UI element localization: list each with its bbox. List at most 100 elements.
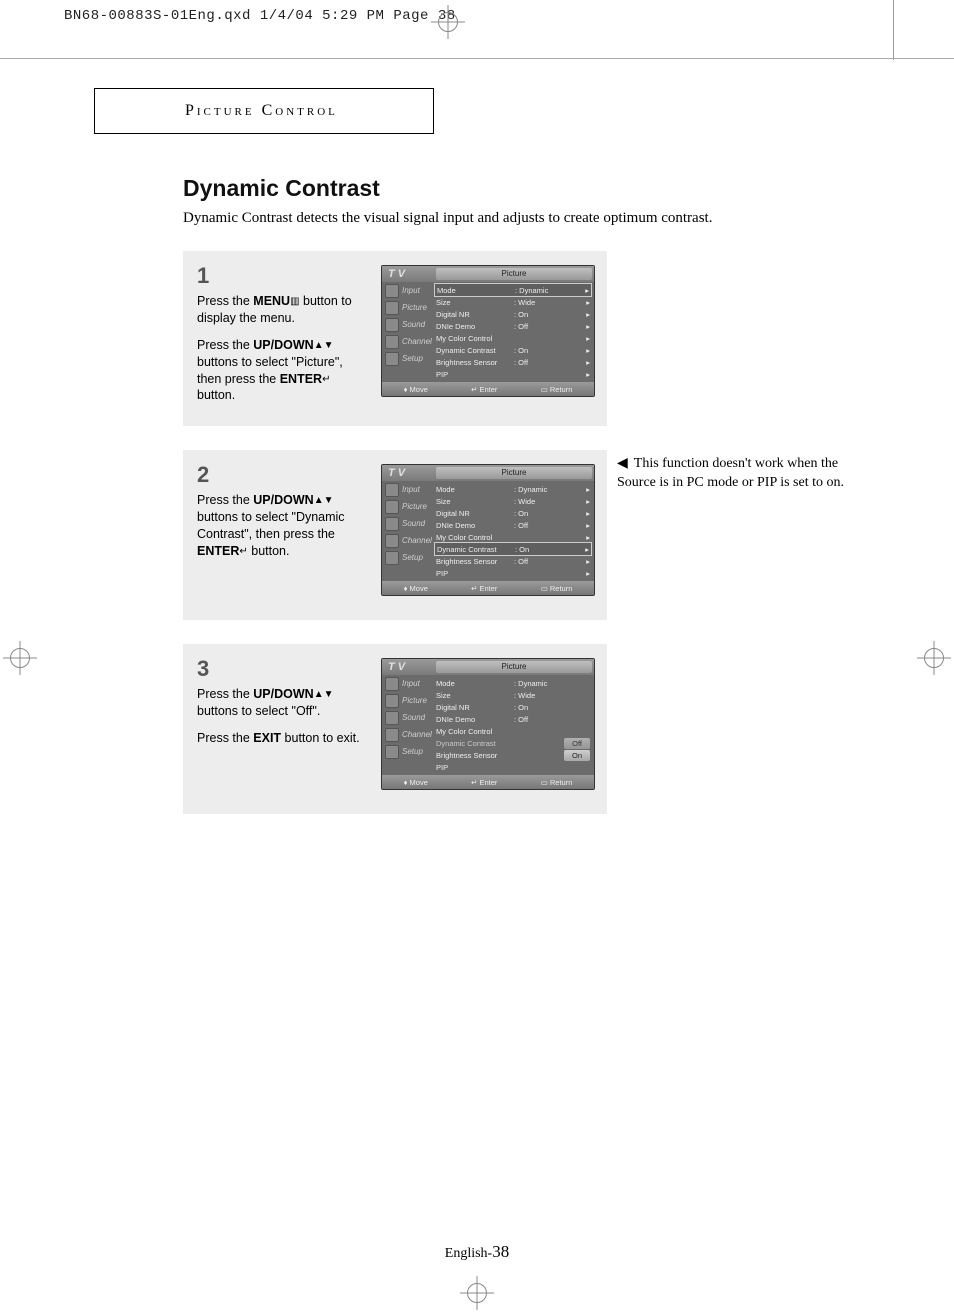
osd-side-item: Sound: [382, 316, 430, 333]
page-title: Dynamic Contrast: [183, 175, 903, 202]
osd-side-icon: [385, 318, 399, 332]
osd-menu-row: Mode: Dynamic: [436, 677, 590, 689]
osd-menu-row: Digital NR: On▸: [436, 308, 590, 320]
osd-side-item: Picture: [382, 299, 430, 316]
osd-arrow-icon: ▸: [584, 334, 590, 343]
instruction-paragraph: Press the UP/DOWN▲▼ buttons to select "P…: [197, 337, 367, 405]
osd-side-label: Sound: [402, 519, 425, 528]
osd-side-item: Input: [382, 675, 430, 692]
crop-line: [0, 58, 954, 59]
osd-arrow-icon: ▸: [583, 545, 589, 554]
osd-arrow-icon: ▸: [584, 322, 590, 331]
osd-side-label: Sound: [402, 320, 425, 329]
instruction-paragraph: Press the MENU▥ button to display the me…: [197, 293, 367, 327]
osd-menu-row: Mode: Dynamic▸: [434, 283, 592, 297]
osd-menu-row: DNIe Demo: Off▸: [436, 320, 590, 332]
osd-screenshot: T VPictureInputPictureSoundChannelSetupM…: [381, 464, 595, 596]
osd-side-icon: [385, 728, 399, 742]
osd-arrow-icon: ▸: [584, 509, 590, 518]
osd-arrow-icon: ▸: [584, 358, 590, 367]
osd-footer-enter: ↵ Enter: [471, 584, 497, 593]
instruction-paragraph: Press the UP/DOWN▲▼ buttons to select "O…: [197, 686, 367, 720]
step-block: 3Press the UP/DOWN▲▼ buttons to select "…: [183, 644, 607, 814]
osd-menu-row: PIP▸: [436, 368, 590, 380]
osd-arrow-icon: ▸: [583, 286, 589, 295]
registration-mark-icon: [10, 648, 30, 668]
step-text: Press the MENU▥ button to display the me…: [197, 293, 367, 404]
osd-side-item: Input: [382, 282, 430, 299]
osd-menu-row: Dynamic ContrastOff: [436, 737, 590, 749]
osd-menu-row: Mode: Dynamic▸: [436, 483, 590, 495]
osd-menu-row: PIP: [436, 761, 590, 773]
osd-arrow-icon: ▸: [584, 346, 590, 355]
osd-side-icon: [385, 284, 399, 298]
osd-arrow-icon: ▸: [584, 533, 590, 542]
osd-side-item: Picture: [382, 498, 430, 515]
step-text: Press the UP/DOWN▲▼ buttons to select "D…: [197, 492, 367, 560]
osd-footer-move: ♦ Move: [404, 385, 428, 394]
side-note: ◀This function doesn't work when the Sou…: [617, 455, 857, 493]
osd-side-label: Channel: [402, 536, 432, 545]
registration-mark-icon: [924, 648, 944, 668]
osd-option-pill: On: [564, 750, 590, 761]
osd-arrow-icon: ▸: [584, 370, 590, 379]
osd-side-icon: [385, 694, 399, 708]
osd-arrow-icon: ▸: [584, 485, 590, 494]
osd-footer-return: ▭ Return: [541, 385, 573, 394]
osd-side-icon: [385, 483, 399, 497]
osd-side-item: Channel: [382, 532, 430, 549]
osd-title: Picture: [436, 467, 592, 479]
intro-text: Dynamic Contrast detects the visual sign…: [183, 210, 903, 227]
osd-side-label: Picture: [402, 303, 427, 312]
registration-mark-icon: [438, 12, 458, 32]
osd-footer-enter: ↵ Enter: [471, 385, 497, 394]
osd-menu-row: DNIe Demo: Off▸: [436, 519, 590, 531]
osd-side-icon: [385, 335, 399, 349]
crop-line: [893, 0, 894, 60]
osd-side-item: Channel: [382, 726, 430, 743]
osd-side-label: Input: [402, 679, 420, 688]
osd-option-pill: Off: [564, 738, 590, 749]
step-block: 1Press the MENU▥ button to display the m…: [183, 251, 607, 426]
step-block: 2Press the UP/DOWN▲▼ buttons to select "…: [183, 450, 607, 620]
osd-side-label: Setup: [402, 354, 423, 363]
osd-menu-row: Dynamic Contrast: On▸: [436, 344, 590, 356]
osd-side-icon: [385, 534, 399, 548]
side-note-text: This function doesn't work when the Sour…: [617, 456, 844, 490]
osd-menu-row: Brightness SensorOn: [436, 749, 590, 761]
osd-menu-row: Size: Wide: [436, 689, 590, 701]
osd-side-item: Input: [382, 481, 430, 498]
osd-side-icon: [385, 677, 399, 691]
osd-side-item: Sound: [382, 515, 430, 532]
osd-menu-row: Digital NR: On: [436, 701, 590, 713]
osd-tv-label: T V: [382, 467, 436, 479]
osd-tv-label: T V: [382, 268, 436, 280]
osd-side-label: Setup: [402, 747, 423, 756]
osd-menu-row: My Color Control▸: [436, 332, 590, 344]
osd-tv-label: T V: [382, 661, 436, 673]
osd-side-icon: [385, 551, 399, 565]
note-arrow-icon: ◀: [617, 455, 628, 474]
print-header: BN68-00883S-01Eng.qxd 1/4/04 5:29 PM Pag…: [64, 8, 456, 24]
osd-menu-row: Brightness Sensor: Off▸: [436, 555, 590, 567]
osd-side-item: Channel: [382, 333, 430, 350]
osd-footer-return: ▭ Return: [541, 584, 573, 593]
osd-side-item: Setup: [382, 549, 430, 566]
osd-title: Picture: [436, 661, 592, 673]
osd-arrow-icon: ▸: [584, 310, 590, 319]
osd-menu-row: Brightness Sensor: Off▸: [436, 356, 590, 368]
osd-menu-row: Size: Wide▸: [436, 296, 590, 308]
osd-arrow-icon: ▸: [584, 298, 590, 307]
osd-side-item: Picture: [382, 692, 430, 709]
osd-side-icon: [385, 711, 399, 725]
registration-mark-icon: [467, 1283, 487, 1303]
osd-arrow-icon: ▸: [584, 569, 590, 578]
osd-screenshot: T VPictureInputPictureSoundChannelSetupM…: [381, 265, 595, 397]
osd-footer-move: ♦ Move: [404, 584, 428, 593]
section-heading-box: Picture Control: [94, 88, 434, 134]
osd-menu-row: Digital NR: On▸: [436, 507, 590, 519]
osd-side-label: Channel: [402, 337, 432, 346]
osd-side-icon: [385, 745, 399, 759]
osd-arrow-icon: ▸: [584, 521, 590, 530]
osd-side-label: Picture: [402, 502, 427, 511]
